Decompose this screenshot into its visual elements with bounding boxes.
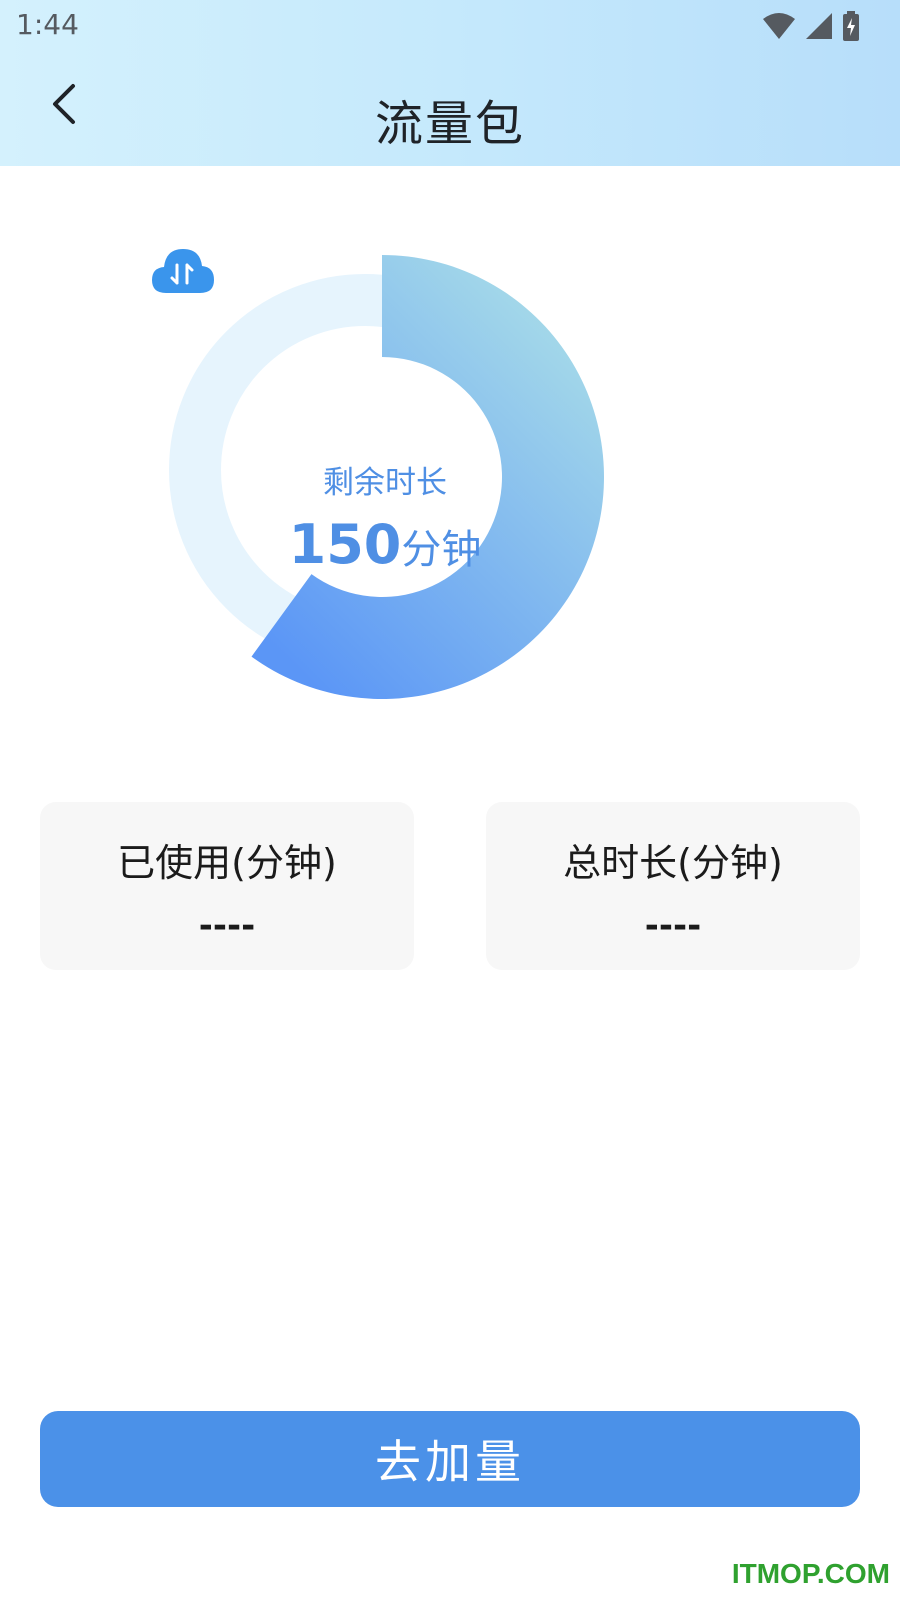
total-minutes-label: 总时长(分钟) — [563, 841, 783, 885]
remaining-time-value: 150分钟 — [150, 513, 620, 576]
remaining-time-label: 剩余时长 — [323, 465, 447, 501]
page-title: 流量包 — [374, 96, 525, 152]
remaining-time-ring: 剩余时长 150分钟 — [150, 245, 630, 725]
total-minutes-value: ---- — [644, 906, 702, 946]
used-minutes-card: 已使用(分钟) ---- — [40, 802, 414, 970]
watermark: ITMOP.COM — [731, 1558, 890, 1589]
battery-charging-icon — [843, 11, 859, 41]
wifi-icon — [763, 13, 795, 39]
used-minutes-value: ---- — [198, 906, 256, 946]
total-minutes-card: 总时长(分钟) ---- — [486, 802, 860, 970]
used-minutes-label: 已使用(分钟) — [117, 841, 337, 885]
status-icons — [762, 8, 860, 44]
remaining-minutes-unit: 分钟 — [401, 527, 482, 573]
ring-center: 剩余时长 150分钟 — [150, 245, 630, 725]
cloud-transfer-icon — [152, 249, 214, 293]
traffic-package-screen: 1:44 流量包 剩余时长 150分钟 已使用(分钟) ---- 总时长(分钟)… — [0, 0, 900, 1600]
add-quota-button[interactable]: 去加量 — [40, 1411, 860, 1507]
status-time: 1:44 — [16, 8, 79, 41]
header-bar: 1:44 流量包 — [0, 0, 900, 166]
remaining-minutes-number: 150 — [288, 513, 402, 576]
signal-icon — [806, 13, 832, 39]
